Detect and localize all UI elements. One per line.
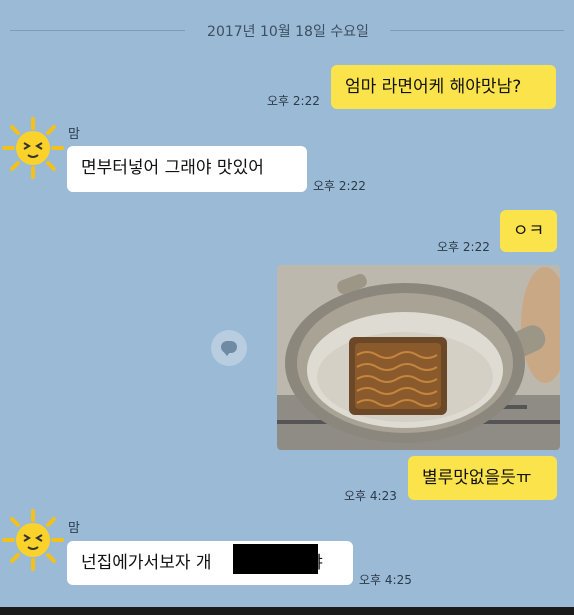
sender-name: 맘: [68, 127, 80, 142]
message-bubble-me[interactable]: 별루맛없을듯ㅠ: [408, 456, 557, 500]
redaction-bar: [233, 544, 318, 574]
message-bubble-me[interactable]: 엄마 라면어케 해야맛남?: [331, 65, 556, 109]
divider-line-right: [390, 30, 564, 31]
photo-message[interactable]: [277, 265, 560, 450]
message-bubble-them[interactable]: 면부터넣어 그래야 맛있어: [67, 146, 307, 192]
sun-avatar-icon[interactable]: [0, 507, 66, 573]
message-text-start: 넌집에가서보자 개: [81, 553, 212, 573]
message-text: 면부터넣어 그래야 맛있어: [81, 158, 264, 178]
message-time: 오후 2:22: [313, 179, 366, 193]
date-divider: 2017년 10월 18일 수요일: [0, 18, 574, 42]
share-icon[interactable]: [211, 330, 247, 366]
message-text: 엄마 라면어케 해야맛남?: [345, 77, 522, 97]
divider-line-left: [10, 30, 185, 31]
pot-with-ramen-icon: [277, 265, 560, 450]
message-time: 오후 4:23: [344, 489, 397, 503]
sun-avatar-icon[interactable]: [0, 115, 66, 181]
sender-name: 맘: [68, 521, 80, 536]
message-time: 오후 4:25: [359, 573, 412, 587]
date-label: 2017년 10월 18일 수요일: [207, 24, 369, 40]
message-bubble-me[interactable]: ㅇㅋ: [500, 210, 557, 252]
message-time: 오후 2:22: [437, 240, 490, 254]
message-text: 별루맛없을듯ㅠ: [422, 468, 532, 488]
bottom-edge: [0, 607, 574, 615]
message-text: ㅇㅋ: [512, 221, 545, 241]
message-time: 오후 2:22: [267, 94, 320, 108]
